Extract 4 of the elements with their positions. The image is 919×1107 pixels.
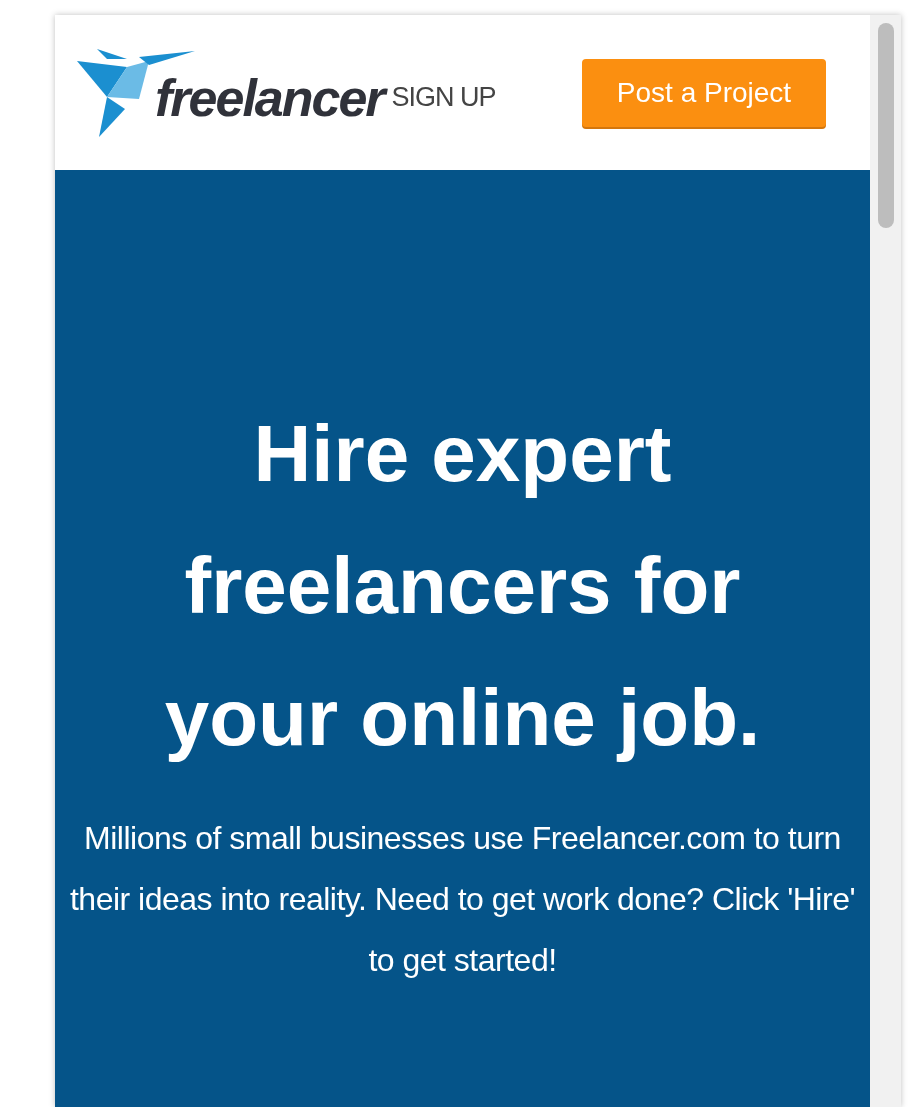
hero-headline: Hire expert freelancers for your online job. — [163, 408, 762, 764]
hero-description: Millions of small businesses use Freelancer.com to turn their ideas into reality. Need to get work done? Click 'Hire' to get started! — [68, 819, 857, 980]
scrollbar-thumb[interactable] — [877, 23, 894, 228]
sign-up-link[interactable]: SIGN UP — [391, 77, 496, 118]
